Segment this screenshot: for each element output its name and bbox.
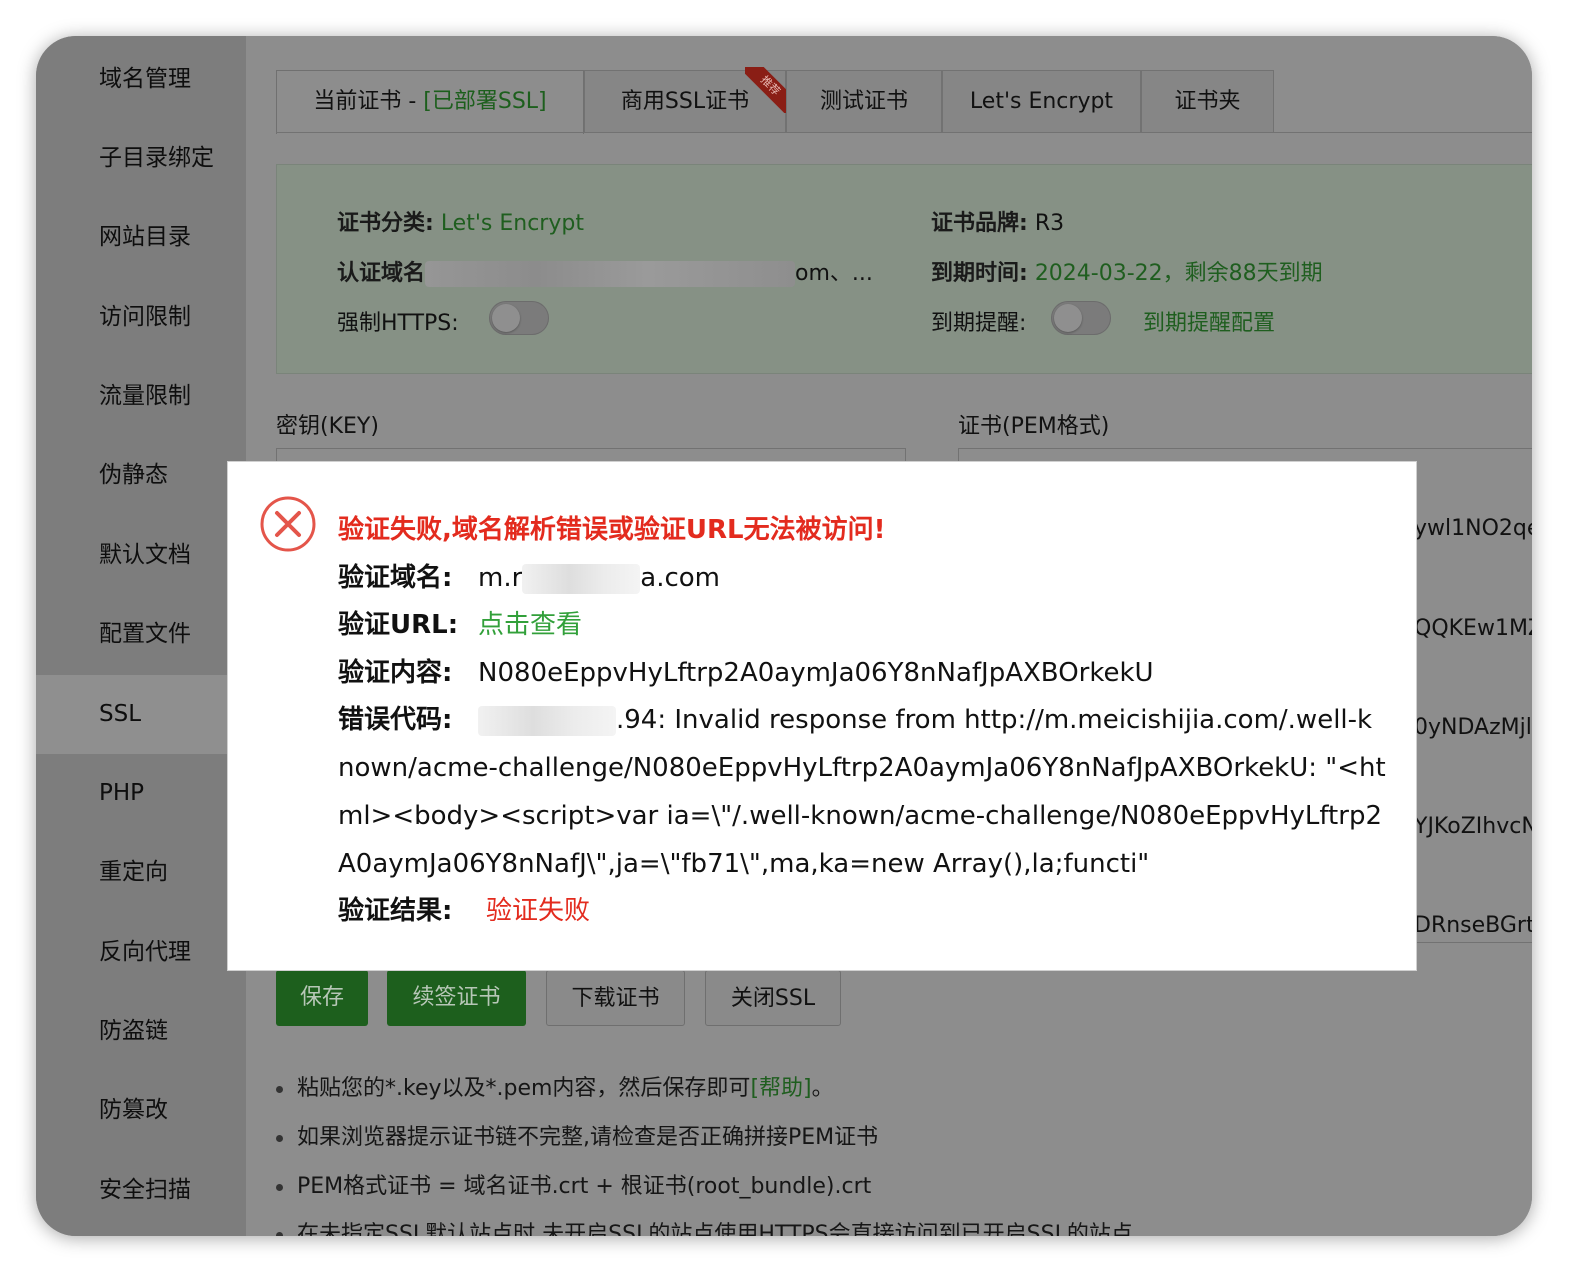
error-code-label: 错误代码: bbox=[338, 705, 453, 735]
expiry-remind-config-text: 到期提醒配置 bbox=[1143, 311, 1276, 336]
verify-domain-label: 验证域名: bbox=[338, 563, 453, 593]
bullet bbox=[276, 1231, 283, 1236]
bullet bbox=[276, 1134, 283, 1142]
verify-content-label: 验证内容: bbox=[338, 658, 453, 688]
settings-sidebar: 域名管理 子目录绑定 网站目录 访问限制 流量限制 伪静态 默认文档 配置文件 … bbox=[36, 36, 246, 1236]
force-https-label: 强制HTTPS: bbox=[337, 311, 459, 336]
sidebar-item-hotlink[interactable]: 防盗链 bbox=[36, 992, 246, 1071]
redacted-domains bbox=[425, 261, 796, 287]
renew-cert-button[interactable]: 续签证书 bbox=[387, 970, 526, 1026]
cert-expiry: 到期时间: 2024-03-22，剩余88天到期 bbox=[931, 255, 1323, 287]
verify-content-row: 验证内容: N080eEppvHyLftrp2A0aymJa06Y8nNafJpA… bbox=[338, 652, 1154, 689]
force-https-toggle[interactable] bbox=[489, 301, 549, 335]
cert-brand: 证书品牌: R3 bbox=[931, 205, 1064, 237]
verification-error-dialog: 验证失败,域名解析错误或验证URL无法被访问! 验证域名: m.r a.com 验证… bbox=[227, 461, 1417, 971]
tab-divider bbox=[276, 132, 1532, 133]
help-link[interactable]: [帮助] bbox=[750, 1076, 811, 1101]
close-ssl-button[interactable]: 关闭SSL bbox=[705, 970, 841, 1026]
pem-peek-line: YJKoZIhvcN bbox=[1414, 814, 1532, 839]
sidebar-item-reverse-proxy[interactable]: 反向代理 bbox=[36, 913, 246, 992]
tip-pem-format: PEM格式证书 = 域名证书.crt + 根证书(root_bundle).cr… bbox=[276, 1168, 871, 1200]
pem-peek-line: 0yNDAzMjl bbox=[1414, 715, 1532, 740]
tab-current-label: 当前证书 - bbox=[313, 89, 424, 114]
ssl-tabs: 当前证书 - [已部署SSL] 商用SSL证书 推荐 测试证书 Let's En… bbox=[276, 67, 1276, 134]
verify-content-value: N080eEppvHyLftrp2A0aymJa06Y8nNafJpAXBOrk… bbox=[478, 658, 1154, 688]
expiry-remind-toggle[interactable] bbox=[1051, 301, 1111, 335]
pem-peek-line: QQKEw1MZ bbox=[1414, 616, 1532, 641]
verify-domain-prefix: m.r bbox=[478, 563, 523, 593]
sidebar-item-default-doc[interactable]: 默认文档 bbox=[36, 516, 246, 595]
cert-domains: 认证域名 om、... bbox=[337, 255, 873, 287]
tab-cert-folder[interactable]: 证书夹 bbox=[1141, 70, 1274, 132]
cert-info-box: 证书分类: Let's Encrypt 证书品牌: R3 认证域名 om、... … bbox=[276, 164, 1532, 374]
sidebar-item-traffic[interactable]: 流量限制 bbox=[36, 357, 246, 436]
sidebar-item-access[interactable]: 访问限制 bbox=[36, 278, 246, 357]
verify-result-label: 验证结果: bbox=[338, 896, 453, 926]
sidebar-item-redirect[interactable]: 重定向 bbox=[36, 833, 246, 912]
tab-commercial-ssl[interactable]: 商用SSL证书 推荐 bbox=[584, 67, 791, 132]
verify-domain-suffix: a.com bbox=[640, 563, 721, 593]
sidebar-item-config[interactable]: 配置文件 bbox=[36, 595, 246, 674]
verify-result-value: 验证失败 bbox=[486, 896, 591, 926]
view-url-link[interactable]: 点击查看 bbox=[478, 610, 582, 640]
error-code-detail: n/acme-challenge/N080eEppvHyLftrp2A0aymJ… bbox=[338, 753, 1386, 879]
cert-expiry-value: 2024-03-22，剩余88天到期 bbox=[1034, 261, 1323, 286]
tip-default-text: 在未指定SSL默认站点时,未开启SSL的站点使用HTTPS会直接访问到已开启SS… bbox=[297, 1222, 1133, 1236]
verify-url-label: 验证URL: bbox=[338, 610, 459, 640]
verify-url-row: 验证URL: 点击查看 bbox=[338, 604, 582, 641]
tip-chain-text: 如果浏览器提示证书链不完整,请检查是否正确拼接PEM证书 bbox=[297, 1125, 879, 1150]
pem-label: 证书(PEM格式) bbox=[958, 414, 1110, 439]
cert-brand-label: 证书品牌: bbox=[931, 211, 1028, 236]
cert-brand-value: R3 bbox=[1034, 211, 1065, 236]
cert-expiry-label: 到期时间: bbox=[931, 261, 1028, 286]
tab-current-cert[interactable]: 当前证书 - [已部署SSL] bbox=[276, 70, 584, 134]
sidebar-item-php[interactable]: PHP bbox=[36, 754, 246, 833]
cert-domains-tail: om、... bbox=[795, 261, 873, 286]
expiry-remind-label: 到期提醒: bbox=[931, 311, 1027, 336]
cert-category: 证书分类: Let's Encrypt bbox=[337, 205, 584, 237]
sidebar-item-domain[interactable]: 域名管理 bbox=[36, 40, 246, 119]
recommend-badge: 推荐 bbox=[745, 67, 791, 113]
cert-category-label: 证书分类: bbox=[337, 211, 434, 236]
dialog-title: 验证失败,域名解析错误或验证URL无法被访问! bbox=[338, 515, 886, 545]
sidebar-item-tamper[interactable]: 防篡改 bbox=[36, 1071, 246, 1150]
tip-paste: 粘贴您的*.key以及*.pem内容，然后保存即可[帮助]。 bbox=[276, 1070, 834, 1102]
download-cert-button[interactable]: 下载证书 bbox=[546, 970, 685, 1026]
error-circle-icon bbox=[260, 496, 316, 552]
expiry-remind-config-link[interactable]: 到期提醒配置 bbox=[1143, 305, 1275, 337]
recommend-badge-text: 推荐 bbox=[745, 67, 791, 113]
bullet bbox=[276, 1085, 283, 1093]
sidebar-item-site-dir[interactable]: 网站目录 bbox=[36, 198, 246, 277]
sidebar-item-scan[interactable]: 安全扫描 bbox=[36, 1151, 246, 1230]
pem-peek-line: DRnseBGrt bbox=[1414, 913, 1532, 938]
tab-current-status: [已部署SSL] bbox=[423, 89, 547, 114]
sidebar-item-rewrite[interactable]: 伪静态 bbox=[36, 436, 246, 515]
save-button[interactable]: 保存 bbox=[276, 970, 368, 1026]
sidebar-item-ssl[interactable]: SSL bbox=[36, 675, 246, 754]
pem-peek-line: ywl1NO2qe bbox=[1414, 516, 1532, 541]
verify-result-row: 验证结果: 验证失败 bbox=[338, 890, 590, 927]
tip-paste-end: 。 bbox=[811, 1076, 834, 1101]
tip-default-site: 在未指定SSL默认站点时,未开启SSL的站点使用HTTPS会直接访问到已开启SS… bbox=[276, 1216, 1133, 1236]
tip-chain: 如果浏览器提示证书链不完整,请检查是否正确拼接PEM证书 bbox=[276, 1119, 878, 1151]
redacted-ip bbox=[478, 705, 616, 736]
verify-domain-row: 验证域名: m.r a.com bbox=[338, 557, 720, 594]
tip-pem-text: PEM格式证书 = 域名证书.crt + 根证书(root_bundle).cr… bbox=[297, 1174, 872, 1199]
cert-category-value: Let's Encrypt bbox=[440, 211, 584, 236]
tab-test-cert[interactable]: 测试证书 bbox=[786, 70, 942, 132]
tip-paste-text: 粘贴您的*.key以及*.pem内容，然后保存即可 bbox=[297, 1076, 751, 1101]
tab-letsencrypt[interactable]: Let's Encrypt bbox=[942, 70, 1141, 132]
bullet bbox=[276, 1183, 283, 1191]
tab-commercial-label: 商用SSL证书 bbox=[620, 89, 750, 114]
sidebar-item-subdir[interactable]: 子目录绑定 bbox=[36, 119, 246, 198]
error-code-block: 错误代码: .94: Invalid response from http://m… bbox=[338, 696, 1388, 888]
redacted-domain bbox=[522, 563, 641, 594]
cert-domains-label: 认证域名 bbox=[337, 261, 426, 286]
key-label: 密钥(KEY) bbox=[276, 414, 379, 439]
